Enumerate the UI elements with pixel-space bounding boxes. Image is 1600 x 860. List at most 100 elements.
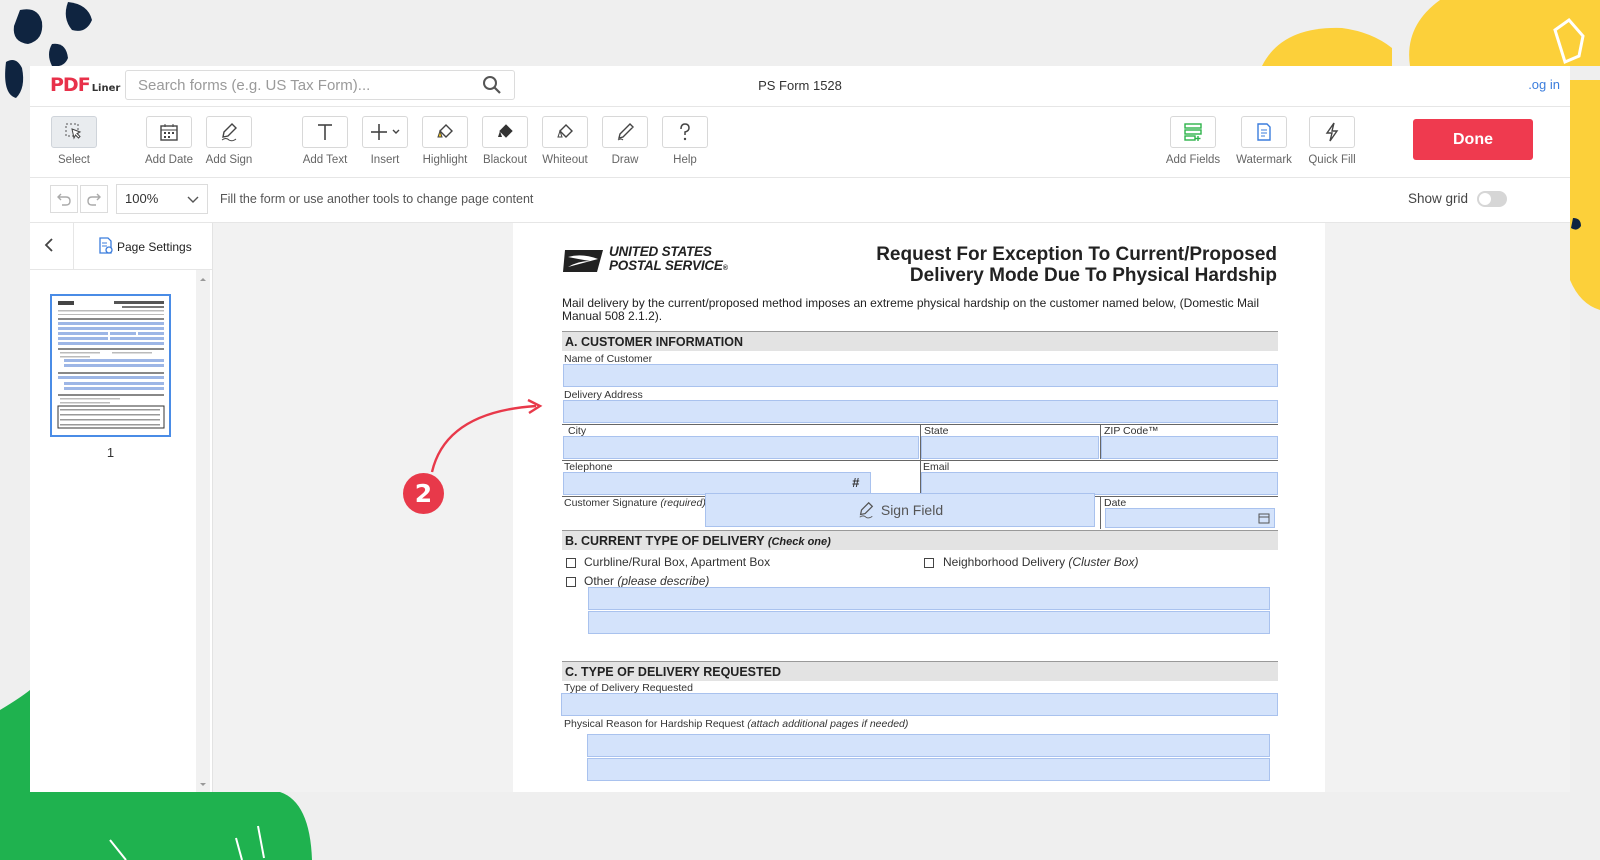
tool-highlight[interactable]: Highlight [415,116,475,166]
other-checkbox[interactable] [566,577,576,587]
chevron-left-icon[interactable] [42,237,56,253]
done-button[interactable]: Done [1413,119,1533,160]
blackout-icon [498,124,513,138]
page-thumbnail[interactable] [50,294,171,437]
tool-blackout[interactable]: Blackout [475,116,535,166]
editor-hint: Fill the form or use another tools to ch… [220,192,534,206]
other-description-field-1[interactable] [588,587,1270,610]
page-settings-button[interactable]: Page Settings [98,237,192,255]
page-number: 1 [106,445,115,460]
tool-select-label: Select [58,154,90,166]
type-of-delivery-field[interactable] [561,693,1278,716]
tool-watermark[interactable]: Watermark [1234,116,1294,166]
highlighter-icon [437,124,453,138]
page-thumbnail-preview [57,301,165,429]
signature-label: Customer Signature (required) [564,497,706,509]
form-title: Request For Exception To Current/Propose… [876,244,1277,286]
reason-label: Physical Reason for Hardship Request (at… [564,718,909,730]
section-a-heading: A. CUSTOMER INFORMATION [562,331,1278,351]
tool-insert[interactable]: Insert [355,116,415,166]
redo-button[interactable] [80,185,108,213]
tool-add-fields-label: Add Fields [1165,154,1221,166]
tool-add-sign-label: Add Sign [205,154,253,166]
undo-icon [57,193,71,206]
page-settings-label: Page Settings [117,240,192,254]
page-sidebar: Page Settings 1 [30,223,213,792]
reason-field-2[interactable] [587,758,1270,781]
tool-blackout-label: Blackout [482,154,528,166]
watermark-icon [1257,123,1271,141]
fields-icon [1184,123,1202,141]
zip-code-field[interactable] [1101,436,1278,459]
zoom-value: 100% [125,191,159,206]
tool-add-date-label: Add Date [145,154,193,166]
scroll-up-icon[interactable] [196,274,210,284]
neighborhood-checkbox[interactable] [924,558,934,568]
text-t-icon [318,124,332,140]
scroll-down-icon[interactable] [196,780,210,790]
lightning-icon [1325,122,1339,142]
plus-icon [371,124,400,140]
pen-sign-icon [221,123,237,142]
curbline-checkbox[interactable] [566,558,576,568]
date-field[interactable] [1105,508,1275,528]
page-settings-icon [99,237,113,254]
reason-field-1[interactable] [587,734,1270,757]
tool-add-date[interactable]: Add Date [139,116,199,166]
other-description-field-2[interactable] [588,611,1270,634]
tool-add-fields[interactable]: Add Fields [1163,116,1223,166]
other-label: Other (please describe) [584,574,710,588]
tool-insert-label: Insert [370,154,400,166]
tool-add-sign[interactable]: Add Sign [199,116,259,166]
tool-add-text-label: Add Text [302,154,348,166]
section-c-heading: C. TYPE OF DELIVERY REQUESTED [562,661,1278,681]
document-title: PS Form 1528 [758,78,842,93]
tool-watermark-label: Watermark [1236,154,1292,166]
redo-icon [87,193,101,206]
pdf-editor-window: PDFLiner PS Form 1528 .og in Select Add … [30,66,1570,792]
section-b-heading: B. CURRENT TYPE OF DELIVERY (Check one) [562,530,1278,550]
tool-draw[interactable]: Draw [595,116,655,166]
pen-sign-icon [859,501,874,519]
city-field[interactable] [563,436,919,459]
show-grid-toggle[interactable] [1477,191,1507,207]
sign-field-label: Sign Field [880,502,944,518]
tool-highlight-label: Highlight [422,154,468,166]
top-bar: PDFLiner PS Form 1528 .og in [30,66,1570,107]
telephone-field[interactable] [563,472,871,495]
select-cursor-icon [65,123,82,140]
step-badge: 2 [403,473,444,514]
name-of-customer-field[interactable] [563,364,1278,387]
tool-help-label: Help [673,154,697,166]
delivery-address-field[interactable] [563,400,1278,423]
sidebar-scrollbar[interactable] [196,270,210,792]
tool-quick-fill[interactable]: Quick Fill [1302,116,1362,166]
chevron-down-icon [187,196,199,203]
eraser-icon [557,124,573,138]
show-grid-label: Show grid [1408,191,1469,206]
email-field[interactable] [921,472,1278,495]
pdf-page: UNITED STATES POSTAL SERVICE® Request For… [513,223,1325,792]
form-intro: Mail delivery by the current/proposed me… [562,296,1259,323]
undo-button[interactable] [50,185,78,213]
tool-whiteout-label: Whiteout [542,154,588,166]
tool-add-text[interactable]: Add Text [295,116,355,166]
toolbar: Select Add Date Add Sign Add Text Insert… [30,107,1570,178]
usps-logo-text: UNITED STATES POSTAL SERVICE® [609,244,728,273]
neighborhood-label: Neighborhood Delivery (Cluster Box) [943,555,1139,569]
tool-whiteout[interactable]: Whiteout [535,116,595,166]
sidebar-header: Page Settings [30,223,212,270]
calendar-icon[interactable] [1258,512,1270,524]
login-link[interactable]: .og in [1528,77,1560,92]
tool-select[interactable]: Select [44,116,104,166]
usps-eagle-icon [563,250,603,272]
sign-field[interactable]: Sign Field [705,493,1095,527]
tool-help[interactable]: Help [655,116,715,166]
calendar-icon [160,124,178,141]
state-field[interactable] [921,436,1099,459]
tool-draw-label: Draw [611,154,639,166]
pencil-icon [617,123,634,141]
secondary-toolbar: 100% Fill the form or use another tools … [30,178,1570,223]
zoom-select[interactable]: 100% [116,184,208,214]
question-icon [680,123,690,141]
